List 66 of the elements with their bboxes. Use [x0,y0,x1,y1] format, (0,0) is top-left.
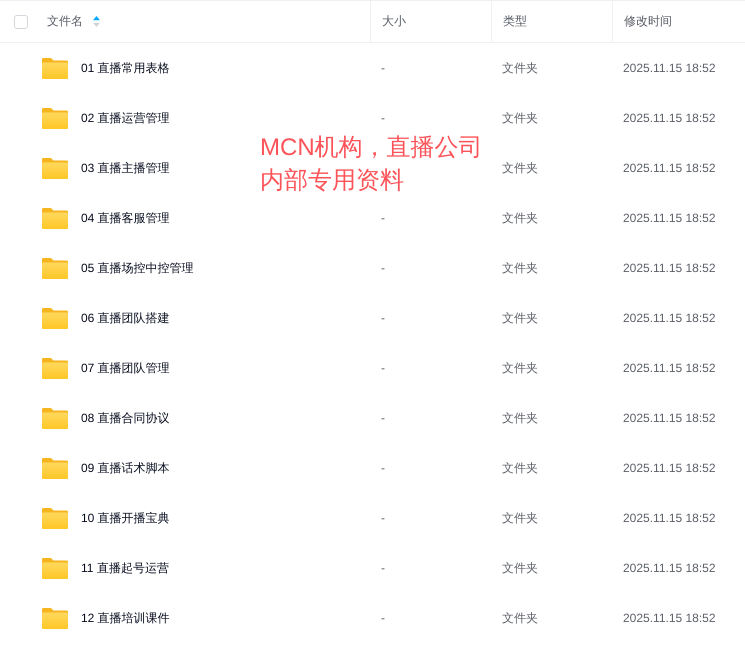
file-size: - [381,561,385,575]
modified-time: 2025.11.15 18:52 [623,111,716,125]
column-header[interactable]: 修改时间 [624,13,672,30]
file-type: 文件夹 [502,260,538,276]
file-name[interactable]: 08 直播合同协议 [81,410,170,426]
file-name[interactable]: 04 直播客服管理 [81,210,170,226]
file-size: - [381,411,385,425]
file-name[interactable]: 03 直播主播管理 [81,160,170,176]
overlay-note: MCN机构，直播公司 内部专用资料 [260,133,483,196]
file-size: - [381,311,385,325]
folder-icon [42,608,68,628]
modified-time: 2025.11.15 18:52 [623,261,716,275]
folder-icon [42,408,68,428]
sort-icon[interactable] [93,16,100,27]
modified-time: 2025.11.15 18:52 [623,461,716,475]
file-name[interactable]: 02 直播运营管理 [81,110,170,126]
folder-icon [42,108,68,128]
folder-icon [42,58,68,78]
file-name[interactable]: 06 直播团队搭建 [81,310,170,326]
file-type: 文件夹 [502,60,538,76]
modified-time: 2025.11.15 18:52 [623,211,716,225]
file-size: - [381,111,385,125]
file-size: - [381,611,385,625]
file-size: - [381,461,385,475]
modified-time: 2025.11.15 18:52 [623,361,716,375]
folder-icon [42,558,68,578]
modified-time: 2025.11.15 18:52 [623,511,716,525]
folder-icon [42,308,68,328]
file-type: 文件夹 [502,310,538,326]
folder-icon [42,158,68,178]
modified-time: 2025.11.15 18:52 [623,611,716,625]
file-name[interactable]: 05 直播场控中控管理 [81,260,194,276]
folder-icon [42,458,68,478]
file-type: 文件夹 [502,460,538,476]
file-name[interactable]: 10 直播开播宝典 [81,510,170,526]
modified-time: 2025.11.15 18:52 [623,161,716,175]
file-type: 文件夹 [502,360,538,376]
file-size: - [381,261,385,275]
file-type: 文件夹 [502,560,538,576]
file-size: - [381,361,385,375]
file-type: 文件夹 [502,110,538,126]
file-type: 文件夹 [502,210,538,226]
column-header[interactable]: 类型 [503,13,527,30]
file-name[interactable]: 07 直播团队管理 [81,360,170,376]
file-type: 文件夹 [502,410,538,426]
file-type: 文件夹 [502,160,538,176]
column-header[interactable]: 大小 [382,13,406,30]
modified-time: 2025.11.15 18:52 [623,61,716,75]
folder-icon [42,208,68,228]
modified-time: 2025.11.15 18:52 [623,311,716,325]
file-size: - [381,211,385,225]
file-type: 文件夹 [502,610,538,626]
folder-icon [42,258,68,278]
file-name[interactable]: 01 直播常用表格 [81,60,170,76]
file-size: - [381,61,385,75]
file-name[interactable]: 12 直播培训课件 [81,610,170,626]
select-all-checkbox[interactable] [14,14,28,28]
column-header[interactable]: 文件名 [47,13,83,30]
file-name[interactable]: 11 直播起号运营 [81,560,169,576]
modified-time: 2025.11.15 18:52 [623,561,716,575]
modified-time: 2025.11.15 18:52 [623,411,716,425]
folder-icon [42,358,68,378]
folder-icon [42,508,68,528]
file-name[interactable]: 09 直播话术脚本 [81,460,170,476]
file-type: 文件夹 [502,510,538,526]
file-size: - [381,511,385,525]
